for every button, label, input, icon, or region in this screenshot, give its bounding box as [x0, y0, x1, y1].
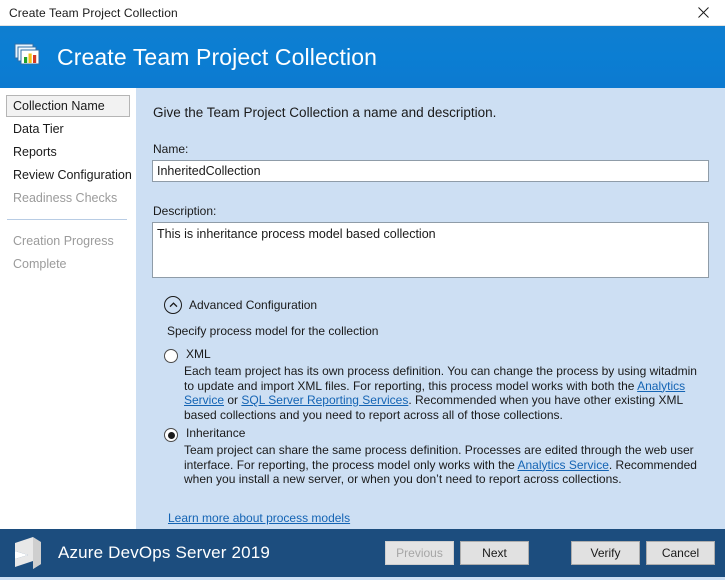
process-model-option-inheritance: Inheritance Team project can share the s…: [152, 426, 709, 487]
titlebar-title: Create Team Project Collection: [9, 6, 178, 20]
sidebar-item-readiness-checks: Readiness Checks: [6, 188, 130, 209]
advanced-configuration-toggle[interactable]: Advanced Configuration: [164, 296, 709, 314]
cancel-button[interactable]: Cancel: [646, 541, 715, 565]
xml-desc-part2: or: [224, 393, 241, 407]
radio-inheritance-icon[interactable]: [164, 428, 178, 442]
collection-name-input[interactable]: [152, 160, 709, 182]
body-area: Collection Name Data Tier Reports Review…: [0, 88, 725, 529]
radio-inheritance-label: Inheritance: [186, 426, 245, 440]
header-title: Create Team Project Collection: [57, 44, 377, 71]
collection-stack-icon: [12, 40, 46, 74]
wizard-header: Create Team Project Collection: [0, 26, 725, 88]
close-icon[interactable]: [681, 0, 725, 25]
process-model-option-xml: XML Each team project has its own proces…: [152, 347, 709, 422]
wizard-sidebar: Collection Name Data Tier Reports Review…: [0, 88, 136, 529]
previous-button: Previous: [385, 541, 454, 565]
sidebar-divider: [7, 219, 127, 220]
advanced-configuration-label: Advanced Configuration: [189, 298, 317, 312]
sidebar-item-reports[interactable]: Reports: [6, 142, 130, 163]
sidebar-item-review-configuration[interactable]: Review Configuration: [6, 165, 130, 186]
specify-process-model-text: Specify process model for the collection: [167, 324, 709, 338]
azure-devops-logo: [6, 531, 50, 575]
footer-buttons: Previous Next Verify Cancel: [385, 541, 725, 565]
name-label: Name:: [153, 142, 709, 156]
radio-row-inheritance[interactable]: Inheritance: [164, 426, 709, 442]
xml-desc-part1: Each team project has its own process de…: [184, 364, 697, 393]
create-team-project-collection-window: Create Team Project Collection Create Te…: [0, 0, 725, 577]
collection-description-input[interactable]: This is inheritance process model based …: [152, 222, 709, 278]
sql-server-reporting-services-link[interactable]: SQL Server Reporting Services: [241, 393, 408, 407]
sidebar-item-complete: Complete: [6, 254, 130, 275]
wizard-footer: Azure DevOps Server 2019 Previous Next V…: [0, 529, 725, 577]
radio-inheritance-description: Team project can share the same process …: [184, 443, 709, 487]
verify-button[interactable]: Verify: [571, 541, 640, 565]
footer-brand: Azure DevOps Server 2019: [58, 543, 270, 563]
chevron-up-icon[interactable]: [164, 296, 182, 314]
radio-row-xml[interactable]: XML: [164, 347, 709, 363]
next-button[interactable]: Next: [460, 541, 529, 565]
radio-xml-icon[interactable]: [164, 349, 178, 363]
sidebar-item-creation-progress: Creation Progress: [6, 231, 130, 252]
sidebar-item-collection-name[interactable]: Collection Name: [6, 95, 130, 117]
titlebar: Create Team Project Collection: [0, 0, 725, 26]
radio-xml-label: XML: [186, 347, 211, 361]
content-panel: Give the Team Project Collection a name …: [136, 88, 725, 529]
description-label: Description:: [153, 204, 709, 218]
sidebar-item-data-tier[interactable]: Data Tier: [6, 119, 130, 140]
page-heading: Give the Team Project Collection a name …: [153, 88, 709, 120]
learn-more-link[interactable]: Learn more about process models: [168, 511, 350, 525]
analytics-service-link-inheritance[interactable]: Analytics Service: [518, 458, 609, 472]
radio-xml-description: Each team project has its own process de…: [184, 364, 709, 422]
